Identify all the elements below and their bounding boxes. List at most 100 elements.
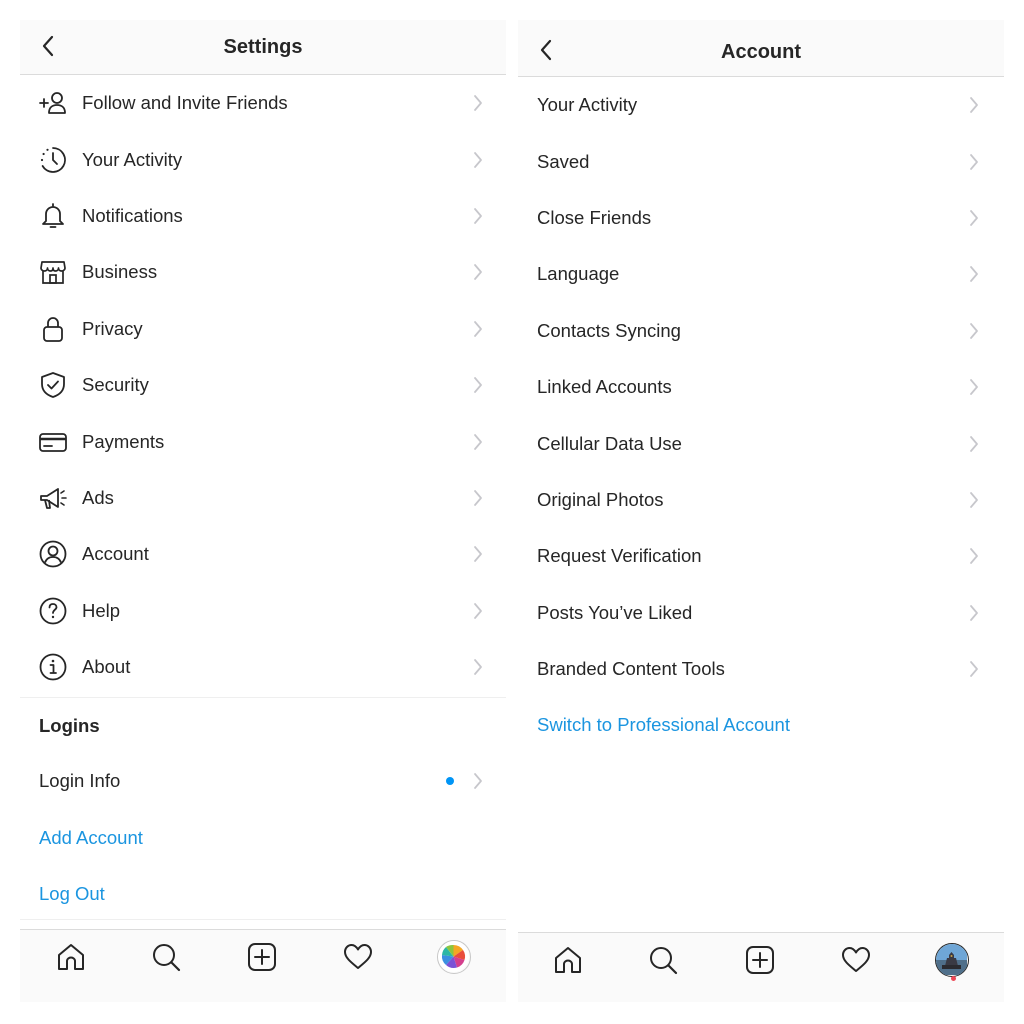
settings-item-help[interactable]: Help — [20, 583, 506, 639]
tab-home[interactable] — [54, 940, 88, 974]
settings-item-label: Account — [82, 543, 149, 565]
account-item-request-verification[interactable]: Request Verification — [518, 528, 1004, 584]
settings-item-your-activity[interactable]: Your Activity — [20, 131, 506, 187]
account-list: Your Activity Saved Close Friends Langua… — [518, 77, 1004, 754]
account-item-your-activity[interactable]: Your Activity — [518, 77, 1004, 133]
settings-item-privacy[interactable]: Privacy — [20, 301, 506, 357]
settings-item-account[interactable]: Account — [20, 526, 506, 582]
account-item-label: Saved — [537, 150, 590, 172]
settings-item-about[interactable]: About — [20, 639, 506, 695]
settings-item-payments[interactable]: Payments — [20, 413, 506, 469]
login-info-item[interactable]: Login Info — [20, 753, 506, 809]
unread-dot — [446, 777, 454, 786]
tab-activity[interactable] — [839, 943, 873, 977]
account-item-close-friends[interactable]: Close Friends — [518, 190, 1004, 246]
account-item-label: Language — [537, 263, 620, 285]
account-item-saved[interactable]: Saved — [518, 133, 1004, 189]
chevron-right-icon — [474, 377, 482, 394]
settings-item-label: Notifications — [82, 204, 183, 226]
tab-profile[interactable] — [437, 940, 471, 974]
account-item-branded-content-tools[interactable]: Branded Content Tools — [518, 641, 1004, 697]
storefront-icon — [38, 257, 68, 287]
settings-item-notifications[interactable]: Notifications — [20, 188, 506, 244]
settings-item-label: Your Activity — [82, 148, 183, 170]
settings-item-security[interactable]: Security — [20, 357, 506, 413]
home-icon — [555, 947, 581, 973]
activity-clock-icon — [38, 145, 68, 175]
chevron-right-icon — [970, 97, 978, 114]
search-icon — [650, 947, 678, 975]
profile-avatar — [935, 943, 969, 977]
chevron-right-icon — [474, 208, 482, 224]
account-item-label: Branded Content Tools — [537, 658, 725, 680]
new-post-icon — [248, 943, 276, 971]
divider — [20, 919, 506, 920]
chevron-right-icon — [970, 604, 978, 621]
settings-item-label: Business — [82, 261, 158, 283]
chevron-right-icon — [474, 659, 482, 675]
lock-icon — [38, 314, 68, 344]
settings-item-label: Ads — [82, 486, 114, 508]
tab-profile[interactable] — [935, 943, 969, 977]
chevron-right-icon — [970, 379, 978, 396]
credit-card-icon — [38, 427, 68, 457]
tab-activity[interactable] — [341, 940, 375, 974]
account-item-label: Cellular Data Use — [537, 432, 682, 454]
chevron-right-icon — [970, 548, 978, 565]
account-item-label: Your Activity — [537, 94, 638, 116]
chevron-right-icon — [970, 266, 978, 283]
settings-item-business[interactable]: Business — [20, 244, 506, 300]
search-icon — [153, 944, 181, 972]
heart-icon — [842, 947, 870, 972]
new-post-icon — [746, 946, 774, 974]
account-circle-icon — [38, 539, 68, 569]
switch-professional-link[interactable]: Switch to Professional Account — [518, 697, 1004, 753]
account-header: Account — [518, 20, 1004, 77]
settings-item-ads[interactable]: Ads — [20, 470, 506, 526]
chevron-right-icon — [970, 153, 978, 170]
settings-item-label: Payments — [82, 430, 165, 452]
account-item-cellular-data-use[interactable]: Cellular Data Use — [518, 415, 1004, 471]
account-item-contacts-syncing[interactable]: Contacts Syncing — [518, 303, 1004, 359]
account-item-linked-accounts[interactable]: Linked Accounts — [518, 359, 1004, 415]
add-account-link[interactable]: Add Account — [20, 810, 506, 866]
chevron-right-icon — [474, 320, 482, 337]
chevron-right-icon — [474, 264, 482, 281]
notification-dot — [951, 976, 956, 981]
add-person-icon — [38, 88, 68, 118]
account-item-label: Contacts Syncing — [537, 319, 681, 341]
account-item-language[interactable]: Language — [518, 246, 1004, 302]
chevron-right-icon — [474, 95, 482, 112]
chevron-right-icon — [474, 773, 482, 790]
settings-header: Settings — [20, 20, 506, 75]
tab-new-post[interactable] — [245, 940, 279, 974]
log-out-link[interactable]: Log Out — [20, 866, 506, 922]
settings-item-label: Security — [82, 374, 149, 396]
account-item-label: Linked Accounts — [537, 376, 672, 398]
settings-item-label: Follow and Invite Friends — [82, 92, 288, 114]
account-item-posts-liked[interactable]: Posts You’ve Liked — [518, 585, 1004, 641]
chevron-right-icon — [474, 546, 482, 563]
settings-item-label: About — [82, 656, 131, 678]
home-icon — [58, 944, 84, 970]
account-item-label: Posts You’ve Liked — [537, 601, 693, 623]
info-circle-icon — [38, 652, 68, 682]
tab-home[interactable] — [551, 943, 585, 977]
chevron-right-icon — [474, 151, 482, 168]
chevron-right-icon — [970, 322, 978, 339]
settings-item-follow-invite[interactable]: Follow and Invite Friends — [20, 75, 506, 131]
bottom-tab-bar — [20, 929, 506, 1002]
shield-check-icon — [38, 370, 68, 400]
logins-section-title: Logins — [39, 714, 100, 736]
settings-list: Follow and Invite Friends Your Activity … — [20, 75, 506, 695]
settings-item-label: Privacy — [82, 317, 143, 339]
tab-search[interactable] — [646, 943, 680, 977]
tab-new-post[interactable] — [743, 943, 777, 977]
chevron-right-icon — [474, 602, 482, 619]
heart-icon — [344, 944, 372, 969]
tab-search[interactable] — [149, 940, 183, 974]
bottom-tab-bar — [518, 932, 1004, 1002]
account-item-original-photos[interactable]: Original Photos — [518, 472, 1004, 528]
chevron-right-icon — [474, 433, 482, 450]
chevron-right-icon — [970, 435, 978, 452]
